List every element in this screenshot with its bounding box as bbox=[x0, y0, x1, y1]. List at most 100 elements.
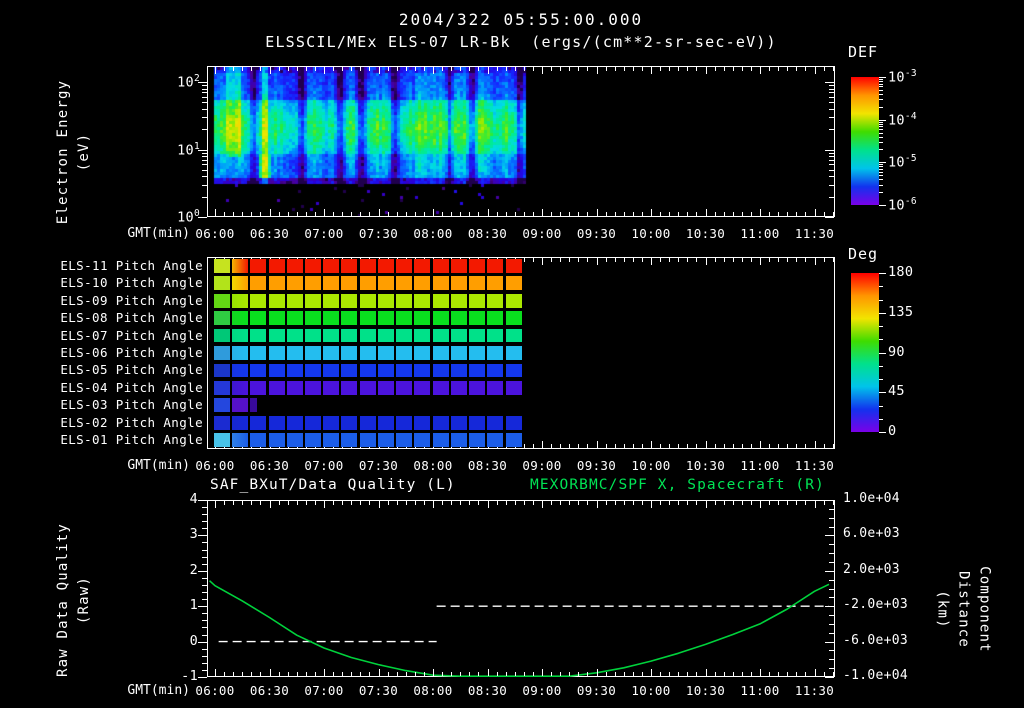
pitch-cell bbox=[487, 346, 503, 360]
time-tick bbox=[597, 258, 598, 265]
km-minor-tick bbox=[829, 518, 834, 519]
time-tick-label: 08:30 bbox=[465, 683, 511, 698]
time-tick bbox=[696, 501, 697, 505]
pitch-cell bbox=[341, 311, 357, 325]
time-tick bbox=[388, 212, 389, 216]
time-tick bbox=[260, 212, 261, 216]
raw-minor-tick bbox=[202, 635, 207, 636]
time-tick bbox=[696, 258, 697, 262]
time-tick bbox=[397, 501, 398, 505]
time-tick bbox=[787, 212, 788, 216]
time-tick bbox=[379, 67, 380, 74]
time-tick bbox=[279, 212, 280, 216]
deg-colorbar-tick bbox=[879, 313, 886, 314]
time-tick bbox=[270, 669, 271, 676]
raw-minor-tick bbox=[202, 578, 207, 579]
time-tick bbox=[687, 258, 688, 262]
time-tick bbox=[724, 212, 725, 216]
time-tick bbox=[796, 212, 797, 216]
raw-tick-label: 1 bbox=[158, 597, 198, 613]
def-colorbar-minor-tick bbox=[879, 166, 883, 167]
spacecraft-x-curve bbox=[210, 581, 830, 677]
energy-tick-label: 101 bbox=[158, 141, 200, 159]
deg-colorbar-minor-tick bbox=[879, 326, 883, 327]
time-tick bbox=[833, 672, 834, 676]
time-tick-label: 10:30 bbox=[683, 226, 729, 241]
time-tick bbox=[778, 444, 779, 448]
time-tick bbox=[533, 67, 534, 71]
time-tick bbox=[760, 67, 761, 74]
pitch-cell bbox=[323, 381, 339, 395]
time-tick bbox=[587, 67, 588, 71]
time-tick-label: 07:00 bbox=[301, 458, 347, 473]
time-tick bbox=[787, 444, 788, 448]
time-tick bbox=[733, 501, 734, 505]
time-tick bbox=[388, 672, 389, 676]
time-tick bbox=[769, 672, 770, 676]
time-tick bbox=[669, 67, 670, 71]
pitch-cell bbox=[323, 346, 339, 360]
raw-minor-tick bbox=[202, 550, 207, 551]
pitch-cell bbox=[214, 398, 230, 412]
km-minor-tick bbox=[829, 615, 834, 616]
time-tick bbox=[805, 501, 806, 505]
time-tick bbox=[297, 672, 298, 676]
energy-minor-tick bbox=[202, 97, 207, 98]
time-tick bbox=[678, 501, 679, 505]
pitch-cell bbox=[506, 276, 522, 290]
time-tick bbox=[451, 67, 452, 71]
energy-minor-tick bbox=[829, 129, 834, 130]
time-tick bbox=[433, 501, 434, 508]
time-tick bbox=[606, 67, 607, 71]
time-tick bbox=[306, 501, 307, 505]
time-tick bbox=[696, 444, 697, 448]
time-tick-label: 07:00 bbox=[301, 226, 347, 241]
energy-tick-label: 100 bbox=[158, 208, 200, 226]
time-tick-label: 11:00 bbox=[737, 226, 783, 241]
time-tick bbox=[460, 501, 461, 505]
pitch-cell bbox=[305, 416, 321, 430]
pitch-cell bbox=[414, 294, 430, 308]
time-tick bbox=[815, 67, 816, 74]
time-tick-label: 08:00 bbox=[410, 458, 456, 473]
time-tick bbox=[333, 672, 334, 676]
time-tick bbox=[687, 444, 688, 448]
energy-tick-label: 102 bbox=[158, 73, 200, 91]
pitch-cell bbox=[487, 364, 503, 378]
time-tick bbox=[569, 212, 570, 216]
time-tick bbox=[606, 258, 607, 262]
time-tick bbox=[587, 258, 588, 262]
time-tick bbox=[242, 501, 243, 505]
time-tick bbox=[706, 67, 707, 74]
time-tick bbox=[760, 441, 761, 448]
time-tick bbox=[742, 67, 743, 71]
energy-minor-tick bbox=[829, 160, 834, 161]
time-tick bbox=[824, 67, 825, 71]
time-tick bbox=[796, 67, 797, 71]
time-tick bbox=[260, 67, 261, 71]
time-tick bbox=[288, 212, 289, 216]
time-tick bbox=[678, 67, 679, 71]
raw-minor-tick bbox=[202, 592, 207, 593]
km-major-tick bbox=[825, 535, 834, 536]
def-colorbar-minor-tick bbox=[879, 90, 883, 91]
time-tick bbox=[715, 444, 716, 448]
time-tick bbox=[488, 209, 489, 216]
pitch-cell bbox=[433, 381, 449, 395]
pitch-cell bbox=[287, 276, 303, 290]
energy-minor-tick bbox=[202, 170, 207, 171]
time-tick bbox=[787, 67, 788, 71]
time-tick bbox=[833, 444, 834, 448]
pitch-cell bbox=[214, 259, 230, 273]
pitch-cell bbox=[360, 294, 376, 308]
time-tick bbox=[715, 501, 716, 505]
time-tick bbox=[815, 501, 816, 508]
time-tick bbox=[360, 501, 361, 505]
time-tick bbox=[733, 444, 734, 448]
time-tick bbox=[587, 212, 588, 216]
time-tick bbox=[678, 258, 679, 262]
km-minor-tick bbox=[829, 589, 834, 590]
time-tick bbox=[542, 258, 543, 265]
pitch-cell bbox=[360, 364, 376, 378]
raw-minor-tick bbox=[202, 564, 207, 565]
